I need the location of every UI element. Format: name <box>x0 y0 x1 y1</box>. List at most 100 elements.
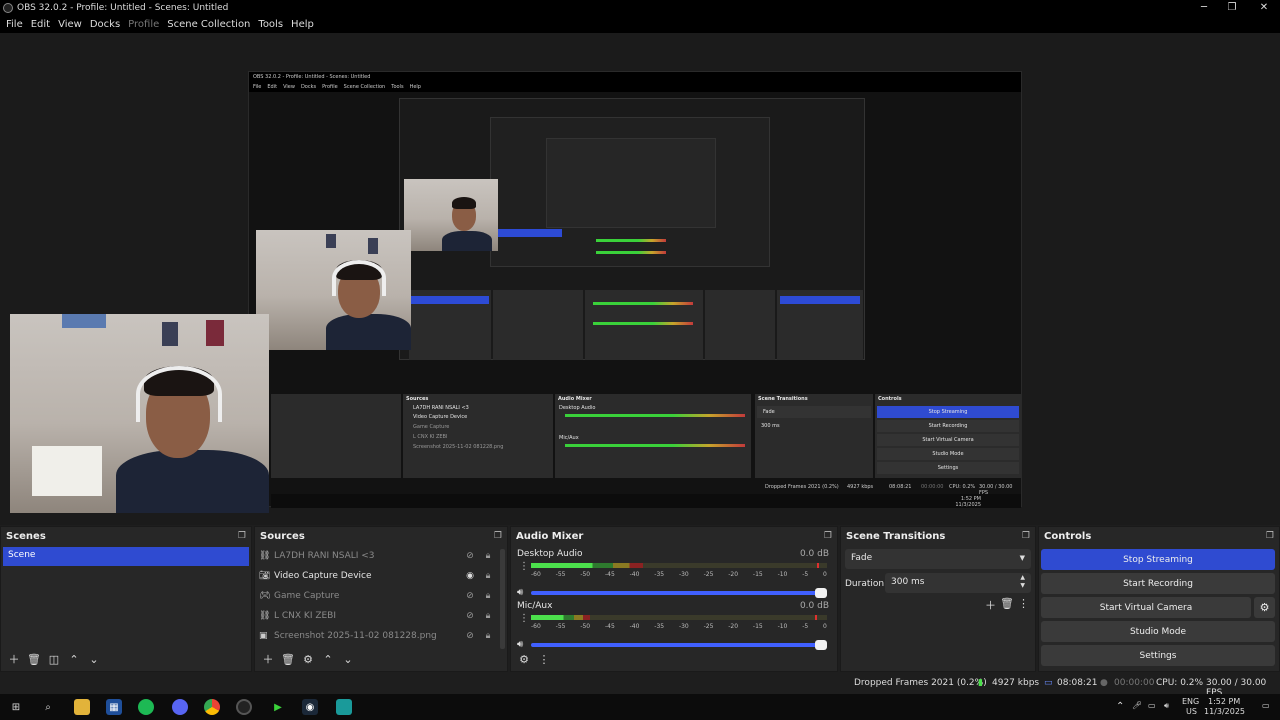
spin-arrows-icon[interactable]: ▲ ▼ <box>1020 574 1025 590</box>
title-bar: OBS 32.0.2 - Profile: Untitled - Scenes:… <box>0 0 1280 15</box>
nested-start-recording: Start Recording <box>877 420 1019 432</box>
nested-desktop-audio: Desktop Audio <box>559 405 596 411</box>
eye-icon[interactable]: ◉ <box>461 571 479 581</box>
advanced-audio-icon[interactable]: ⚙ <box>515 650 533 668</box>
menu-file[interactable]: File <box>2 19 27 30</box>
close-button[interactable]: ✕ <box>1248 0 1280 15</box>
nested-menu-file: File <box>253 84 262 90</box>
channel-db: 0.0 dB <box>799 601 829 611</box>
undock-icon[interactable]: ❐ <box>1266 531 1274 541</box>
source-row[interactable]: ⛓ LA7DH RANI NSALI <3 ⊘ 🔒︎ <box>255 546 497 566</box>
obs-logo-icon <box>3 2 13 13</box>
undock-icon[interactable]: ❐ <box>824 531 832 541</box>
start-recording-button[interactable]: Start Recording <box>1041 573 1275 594</box>
clock-date[interactable]: 11/3/2025 <box>1204 707 1245 716</box>
trash-icon[interactable]: 🗑 <box>1000 597 1014 613</box>
windows-start-icon[interactable]: ⊞ <box>8 699 24 715</box>
start-virtual-camera-button[interactable]: Start Virtual Camera <box>1041 597 1251 618</box>
nested-taskbar: 1:52 PM 11/3/2025 <box>271 494 1021 508</box>
preview-canvas[interactable]: OBS 32.0.2 - Profile: Untitled - Scenes:… <box>0 33 1280 525</box>
source-row[interactable]: ⛓ L CNX KI ZEBI ⊘ 🔒︎ <box>255 606 497 626</box>
menu-scene-collection[interactable]: Scene Collection <box>163 19 254 30</box>
store-icon[interactable]: ▦ <box>106 699 122 715</box>
status-bar: Dropped Frames 2021 (0.2%) ▮ 4927 kbps ▭… <box>0 672 1280 698</box>
chevron-up-icon[interactable]: ⌃ <box>1116 701 1124 712</box>
file-explorer-icon[interactable] <box>74 699 90 715</box>
lock-icon[interactable]: 🔒︎ <box>479 591 497 601</box>
menu-edit[interactable]: Edit <box>27 19 54 30</box>
lock-icon[interactable]: 🔒︎ <box>479 631 497 641</box>
add-source-icon[interactable]: ＋ <box>259 650 277 668</box>
nested-scene-2 <box>496 229 562 237</box>
nested-transitions-dock: Scene Transitions Fade 300 ms <box>755 394 873 478</box>
trash-icon[interactable]: 🗑 <box>25 650 43 668</box>
app-icon[interactable] <box>336 699 352 715</box>
eye-hidden-icon[interactable]: ⊘ <box>461 591 479 601</box>
undock-icon[interactable]: ❐ <box>1022 531 1030 541</box>
trash-icon[interactable]: 🗑 <box>279 650 297 668</box>
eye-hidden-icon[interactable]: ⊘ <box>461 631 479 641</box>
clock-time[interactable]: 1:52 PM <box>1208 697 1240 706</box>
nested-kbps: 4927 kbps <box>847 484 874 490</box>
sources-scrollbar[interactable] <box>500 549 505 649</box>
lock-icon[interactable]: 🔒︎ <box>479 611 497 621</box>
source-row[interactable]: ▣ Screenshot 2025-11-02 081228.png ⊘ 🔒︎ <box>255 626 497 646</box>
transition-select[interactable]: Fade ▼ <box>845 549 1031 569</box>
filter-icon[interactable]: ◫ <box>45 650 63 668</box>
move-down-icon[interactable]: ⌄ <box>339 650 357 668</box>
volume-icon[interactable]: 🔊︎ <box>1164 701 1169 711</box>
source-row[interactable]: 🎮︎ Game Capture ⊘ 🔒︎ <box>255 586 497 606</box>
play-icon[interactable]: ▶ <box>270 699 286 715</box>
undock-icon[interactable]: ❐ <box>238 531 246 541</box>
discord-icon[interactable] <box>172 699 188 715</box>
link-icon: ⛓ <box>259 551 271 561</box>
menu-profile[interactable]: Profile <box>124 19 163 30</box>
speaker-icon[interactable]: 🔊︎ <box>517 587 523 598</box>
tick-label: -60 <box>531 623 541 630</box>
obs-taskbar-icon[interactable] <box>236 699 252 715</box>
lock-icon[interactable]: 🔒︎ <box>479 551 497 561</box>
duration-spinbox[interactable]: 300 ms ▲ ▼ <box>885 573 1031 593</box>
eye-hidden-icon[interactable]: ⊘ <box>461 551 479 561</box>
search-icon[interactable]: ⌕ <box>40 699 56 715</box>
eye-hidden-icon[interactable]: ⊘ <box>461 611 479 621</box>
menu-docks[interactable]: Docks <box>86 19 124 30</box>
gear-icon[interactable]: ⚙ <box>299 650 317 668</box>
undock-icon[interactable]: ❐ <box>494 531 502 541</box>
dock-area: Scenes ❐ Scene ＋ 🗑 ◫ ⌃ ⌄ Sources ❐ ⛓ LA7… <box>0 526 1280 672</box>
kebab-icon[interactable]: ⋮ <box>535 650 553 668</box>
scene-item[interactable]: Scene <box>3 547 249 566</box>
duration-value: 300 ms <box>891 577 925 587</box>
volume-knob[interactable] <box>815 588 827 598</box>
mic-icon[interactable]: 🎤︎ <box>1132 701 1142 710</box>
add-scene-icon[interactable]: ＋ <box>5 650 23 668</box>
chrome-icon[interactable] <box>204 699 220 715</box>
steam-icon[interactable]: ◉ <box>302 699 318 715</box>
lock-icon[interactable]: 🔒︎ <box>479 571 497 581</box>
menu-tools[interactable]: Tools <box>254 19 287 30</box>
move-down-icon[interactable]: ⌄ <box>85 650 103 668</box>
gear-icon[interactable]: ⚙ <box>1254 597 1275 618</box>
volume-slider[interactable] <box>531 588 827 598</box>
kebab-icon[interactable]: ⋮ <box>519 561 529 572</box>
move-up-icon[interactable]: ⌃ <box>319 650 337 668</box>
notification-icon[interactable]: ▭ <box>1262 701 1270 710</box>
menu-view[interactable]: View <box>54 19 86 30</box>
add-transition-icon[interactable]: ＋ <box>985 597 996 613</box>
kebab-icon[interactable]: ⋮ <box>519 613 529 624</box>
settings-button[interactable]: Settings <box>1041 645 1275 666</box>
lang-top[interactable]: ENG <box>1182 697 1199 706</box>
channel-name: Mic/Aux <box>517 601 553 611</box>
move-up-icon[interactable]: ⌃ <box>65 650 83 668</box>
nested-meter-2b <box>596 251 666 254</box>
source-row[interactable]: 📷︎ Video Capture Device ◉ 🔒︎ <box>255 566 497 586</box>
spotify-icon[interactable] <box>138 699 154 715</box>
menu-help[interactable]: Help <box>287 19 318 30</box>
maximize-button[interactable]: ❐ <box>1216 0 1248 15</box>
kebab-icon[interactable]: ⋮ <box>1018 597 1029 613</box>
lang-bottom[interactable]: US <box>1186 707 1197 716</box>
network-icon[interactable]: ▭ <box>1148 701 1156 710</box>
stop-streaming-button[interactable]: Stop Streaming <box>1041 549 1275 570</box>
studio-mode-button[interactable]: Studio Mode <box>1041 621 1275 642</box>
nested-rec-time: 00:00:00 <box>921 484 944 490</box>
